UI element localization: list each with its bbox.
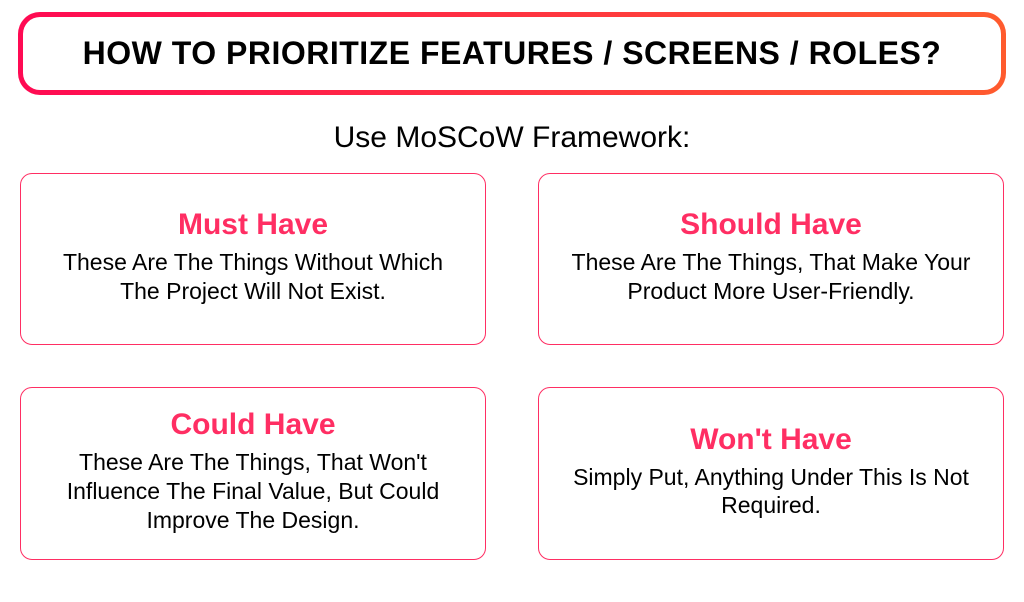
card-title: Must Have	[43, 208, 463, 242]
card-desc: These Are The Things, That Won't Influen…	[43, 448, 463, 534]
header-box: HOW TO PRIORITIZE FEATURES / SCREENS / R…	[18, 12, 1006, 95]
card-wont-have: Won't Have Simply Put, Anything Under Th…	[538, 387, 1004, 559]
card-desc: These Are The Things Without Which The P…	[43, 248, 463, 306]
subtitle: Use MoSCoW Framework:	[18, 121, 1006, 155]
card-desc: These Are The Things, That Make Your Pro…	[561, 248, 981, 306]
page-title: HOW TO PRIORITIZE FEATURES / SCREENS / R…	[43, 35, 981, 72]
cards-grid: Must Have These Are The Things Without W…	[18, 173, 1006, 560]
card-could-have: Could Have These Are The Things, That Wo…	[20, 387, 486, 559]
card-should-have: Should Have These Are The Things, That M…	[538, 173, 1004, 345]
card-title: Should Have	[561, 208, 981, 242]
card-title: Could Have	[43, 408, 463, 442]
card-desc: Simply Put, Anything Under This Is Not R…	[561, 463, 981, 521]
card-must-have: Must Have These Are The Things Without W…	[20, 173, 486, 345]
card-title: Won't Have	[561, 423, 981, 457]
